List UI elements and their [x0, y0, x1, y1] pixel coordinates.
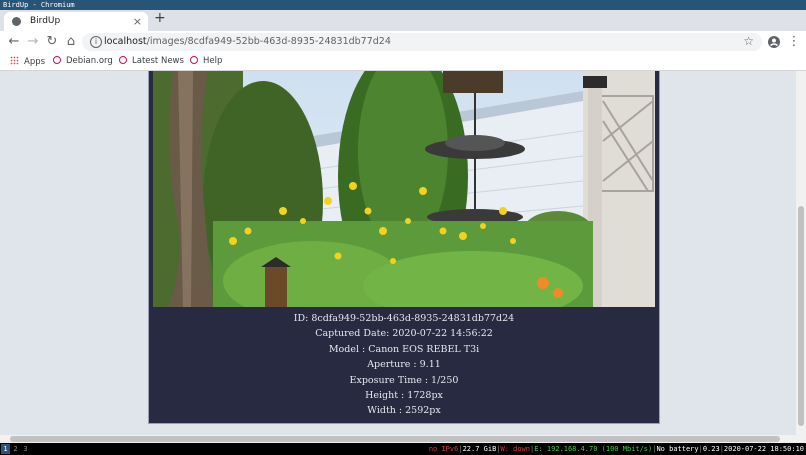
bookmark-apps[interactable]: Apps — [10, 56, 45, 67]
horizontal-scrollbar[interactable] — [0, 435, 806, 443]
menu-icon[interactable]: ⋮ — [786, 33, 802, 51]
bookmark-label: Help — [203, 56, 223, 66]
disk-status: 22.7 GiB — [462, 445, 497, 453]
browser-toolbar: ← → ↻ ⌂ i localhost/images/8cdfa949-52bb… — [0, 31, 806, 53]
horizontal-scroll-thumb[interactable] — [10, 436, 780, 442]
new-tab-button[interactable]: + — [154, 9, 166, 28]
camera-model: Model : Canon EOS REBEL T3i — [328, 343, 480, 355]
captured-date: Captured Date: 2020-07-22 14:56:22 — [315, 328, 493, 340]
home-button[interactable]: ⌂ — [63, 33, 79, 51]
address-bar[interactable]: i localhost/images/8cdfa949-52bb-463d-89… — [82, 33, 762, 51]
system-statusbar: 1 2 3 no IPv6|22.7 GiB|W: down|E: 192.16… — [0, 443, 806, 455]
bookmark-debian-org[interactable]: Debian.org — [53, 56, 113, 66]
window-title: BirdUp - Chromium — [3, 1, 75, 9]
debian-icon — [190, 56, 198, 64]
forward-button[interactable]: → — [25, 33, 41, 51]
url-host: localhost — [104, 36, 147, 47]
tab-birdup[interactable]: BirdUp × — [4, 12, 148, 31]
image-height: Height : 1728px — [365, 389, 443, 401]
url-path: /images/8cdfa949-52bb-463d-8935-24831db7… — [146, 36, 391, 47]
image-detail-card: ID: 8cdfa949-52bb-463d-8935-24831db77d24… — [148, 71, 660, 424]
exposure-time: Exposure Time : 1/250 — [349, 374, 459, 386]
vertical-scroll-thumb[interactable] — [798, 206, 804, 426]
bird-photo — [153, 71, 655, 307]
image-metadata: ID: 8cdfa949-52bb-463d-8935-24831db77d24… — [149, 311, 659, 419]
page-viewport: ID: 8cdfa949-52bb-463d-8935-24831db77d24… — [0, 71, 796, 435]
wifi-status: W: down — [500, 445, 531, 453]
debian-icon — [53, 56, 61, 64]
close-tab-icon[interactable]: × — [133, 15, 142, 28]
tab-strip: BirdUp × + — [0, 10, 806, 31]
globe-icon — [12, 17, 21, 26]
bookmarks-bar: Apps Debian.org Latest News Help — [0, 53, 806, 71]
ethernet-status: E: 192.168.4.70 (100 Mbit/s) — [534, 445, 653, 453]
workspace-1[interactable]: 1 — [1, 444, 10, 454]
tab-title: BirdUp — [30, 16, 61, 26]
bookmark-label: Apps — [24, 57, 46, 67]
bookmark-label: Debian.org — [66, 56, 113, 66]
status-info: no IPv6|22.7 GiB|W: down|E: 192.168.4.70… — [428, 445, 804, 453]
url-text[interactable]: localhost/images/8cdfa949-52bb-463d-8935… — [104, 36, 391, 47]
image-id: ID: 8cdfa949-52bb-463d-8935-24831db77d24 — [293, 313, 515, 324]
window-titlebar: BirdUp - Chromium — [0, 0, 806, 10]
reload-button[interactable]: ↻ — [44, 33, 60, 51]
bookmark-latest-news[interactable]: Latest News — [119, 56, 184, 66]
load-status: 0.23 — [702, 445, 720, 453]
back-button[interactable]: ← — [6, 33, 22, 51]
datetime-status: 2020-07-22 18:50:10 — [723, 445, 804, 453]
debian-icon — [119, 56, 127, 64]
image-width: Width : 2592px — [367, 405, 441, 417]
bookmark-help[interactable]: Help — [190, 56, 222, 66]
apps-grid-icon — [10, 56, 19, 65]
workspace-3[interactable]: 3 — [21, 444, 30, 454]
battery-status: No battery — [656, 445, 699, 453]
info-icon[interactable]: i — [90, 36, 102, 48]
aperture: Aperture : 9.11 — [367, 359, 441, 371]
bookmark-star-icon[interactable]: ☆ — [743, 34, 754, 48]
bookmark-label: Latest News — [132, 56, 184, 66]
profile-avatar-icon[interactable] — [766, 33, 782, 51]
vertical-scrollbar[interactable] — [796, 71, 806, 435]
ipv6-status: no IPv6 — [428, 445, 459, 453]
workspace-2[interactable]: 2 — [11, 444, 20, 454]
